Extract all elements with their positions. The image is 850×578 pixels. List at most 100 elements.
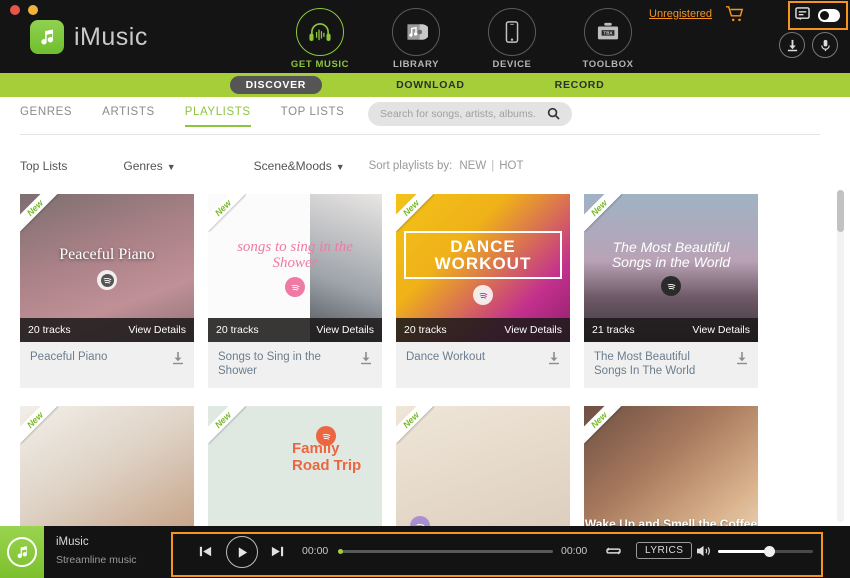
- lyrics-button[interactable]: LYRICS: [636, 542, 693, 559]
- tab-discover[interactable]: DISCOVER: [229, 76, 323, 94]
- section-item-artists[interactable]: ARTISTS: [102, 106, 155, 127]
- playlist-card[interactable]: New Family Road Trip: [208, 406, 382, 527]
- theme-toggle[interactable]: [818, 9, 840, 22]
- unregistered-link[interactable]: Unregistered: [649, 8, 712, 20]
- filter-genres-label: Genres: [123, 159, 163, 173]
- minimize-window-button[interactable]: [28, 5, 38, 15]
- message-icon[interactable]: [795, 7, 810, 26]
- download-icon[interactable]: [547, 351, 561, 370]
- cover-title: Peaceful Piano: [51, 246, 163, 290]
- volume-handle[interactable]: [764, 546, 775, 557]
- download-icon[interactable]: [359, 351, 373, 370]
- filter-genres[interactable]: Genres ▼: [123, 159, 175, 173]
- new-badge-label: New: [20, 406, 58, 444]
- tab-record[interactable]: RECORD: [539, 76, 621, 94]
- nav-label-get-music: GET MUSIC: [290, 59, 350, 70]
- section-nav-items: GENRES ARTISTS PLAYLISTS TOP LISTS: [20, 106, 344, 127]
- playlist-card[interactable]: New WAKE UP HAPPY: [20, 406, 194, 527]
- music-note-icon: [7, 537, 37, 567]
- filter-scene-moods[interactable]: Scene&Moods ▼: [254, 159, 345, 173]
- toolbox-icon: TBX: [584, 8, 632, 56]
- app-logo-icon: [30, 20, 64, 54]
- playlist-row-1: New Peaceful Piano 20 tracks View Detail…: [20, 194, 825, 388]
- new-badge-label: New: [396, 194, 434, 232]
- nav-label-library: LIBRARY: [392, 59, 440, 70]
- playlist-cover[interactable]: New WAKE UP HAPPY: [20, 406, 194, 527]
- volume-icon[interactable]: [696, 544, 712, 563]
- previous-track-icon[interactable]: [198, 544, 213, 564]
- new-badge-label: New: [208, 194, 246, 232]
- search-input[interactable]: [380, 102, 535, 126]
- sort-hot[interactable]: HOT: [499, 160, 523, 172]
- sort-new[interactable]: NEW: [459, 160, 486, 172]
- cart-icon[interactable]: [725, 5, 745, 28]
- search-icon[interactable]: [547, 107, 560, 125]
- volume-fill: [718, 550, 770, 553]
- view-details-link[interactable]: View Details: [692, 324, 750, 336]
- section-item-top-lists[interactable]: TOP LISTS: [281, 106, 345, 127]
- playlist-cover[interactable]: New The Most Beautiful Songs in the Worl…: [584, 194, 758, 342]
- cover-meta-bar: 20 tracks View Details: [396, 318, 570, 342]
- spotify-icon: [97, 270, 117, 290]
- download-icon[interactable]: [735, 351, 749, 370]
- cover-meta-bar: 20 tracks View Details: [208, 318, 382, 342]
- window-controls: [10, 5, 38, 15]
- seek-slider[interactable]: [338, 549, 553, 554]
- view-details-link[interactable]: View Details: [316, 324, 374, 336]
- new-badge: New: [396, 194, 434, 232]
- new-badge: New: [208, 406, 246, 444]
- new-badge-label: New: [396, 406, 434, 444]
- chevron-down-icon: ▼: [166, 162, 176, 172]
- scrollbar-thumb[interactable]: [837, 190, 844, 232]
- sub-nav-bar: DISCOVER DOWNLOAD RECORD: [0, 73, 850, 97]
- playlist-card[interactable]: New The Most Beautiful Songs in the Worl…: [584, 194, 758, 388]
- playlist-cover[interactable]: New Family Road Trip: [208, 406, 382, 527]
- playlist-cover[interactable]: New Wake Up and Smell the Coffee: [584, 406, 758, 527]
- player-logo: [0, 526, 44, 578]
- tab-download[interactable]: DOWNLOAD: [380, 76, 481, 94]
- cover-title: The Most Beautiful Songs in the World: [584, 240, 758, 296]
- playlist-cover[interactable]: New Nursery: [396, 406, 570, 527]
- view-details-link[interactable]: View Details: [504, 324, 562, 336]
- view-details-link[interactable]: View Details: [128, 324, 186, 336]
- cover-meta-bar: 20 tracks View Details: [20, 318, 194, 342]
- nav-item-get-music[interactable]: GET MUSIC: [288, 8, 352, 70]
- section-item-playlists[interactable]: PLAYLISTS: [184, 106, 251, 127]
- nav-label-device: DEVICE: [492, 59, 532, 70]
- brand-name: iMusic: [74, 22, 148, 51]
- new-badge: New: [208, 194, 246, 232]
- nav-item-toolbox[interactable]: TBX TOOLBOX: [576, 8, 640, 70]
- playlist-card[interactable]: New Peaceful Piano 20 tracks View Detail…: [20, 194, 194, 388]
- playlist-card[interactable]: New songs to sing in the Shower 20 track…: [208, 194, 382, 388]
- phone-icon: [488, 8, 536, 56]
- spotify-icon: [661, 276, 681, 296]
- download-circle-icon[interactable]: [779, 32, 805, 58]
- next-track-icon[interactable]: [270, 544, 285, 564]
- close-window-button[interactable]: [10, 5, 20, 15]
- player-tagline: Streamline music: [56, 554, 137, 566]
- playlist-card[interactable]: New DANCE WORKOUT 20 tracks View Details: [396, 194, 570, 388]
- download-icon[interactable]: [171, 351, 185, 370]
- search-box[interactable]: [368, 102, 572, 126]
- sort-label: Sort playlists by:: [368, 160, 453, 172]
- filter-top-lists[interactable]: Top Lists: [20, 159, 67, 173]
- playlist-cover[interactable]: New DANCE WORKOUT 20 tracks View Details: [396, 194, 570, 342]
- microphone-circle-icon[interactable]: [812, 32, 838, 58]
- nav-item-device[interactable]: DEVICE: [480, 8, 544, 70]
- seek-handle[interactable]: [338, 549, 343, 554]
- content-scrollbar[interactable]: [837, 190, 844, 522]
- volume-slider[interactable]: [718, 546, 813, 557]
- playlist-row-2: New WAKE UP HAPPY New Family Road Trip: [20, 406, 825, 527]
- playlist-cover[interactable]: New Peaceful Piano 20 tracks View Detail…: [20, 194, 194, 342]
- playlist-card[interactable]: New Wake Up and Smell the Coffee: [584, 406, 758, 527]
- cover-title-text: songs to sing in the Shower: [237, 239, 353, 271]
- nav-item-library[interactable]: LIBRARY: [384, 8, 448, 70]
- main-nav: GET MUSIC LIBRARY DEVICE TBX TOOLBOX: [288, 8, 640, 70]
- playlist-card[interactable]: New Nursery: [396, 406, 570, 527]
- new-badge: New: [584, 406, 622, 444]
- section-item-genres[interactable]: GENRES: [20, 106, 72, 127]
- repeat-icon[interactable]: [605, 544, 622, 563]
- play-button[interactable]: [226, 536, 258, 568]
- playlist-cover[interactable]: New songs to sing in the Shower 20 track…: [208, 194, 382, 342]
- playlist-title: Peaceful Piano: [30, 351, 108, 363]
